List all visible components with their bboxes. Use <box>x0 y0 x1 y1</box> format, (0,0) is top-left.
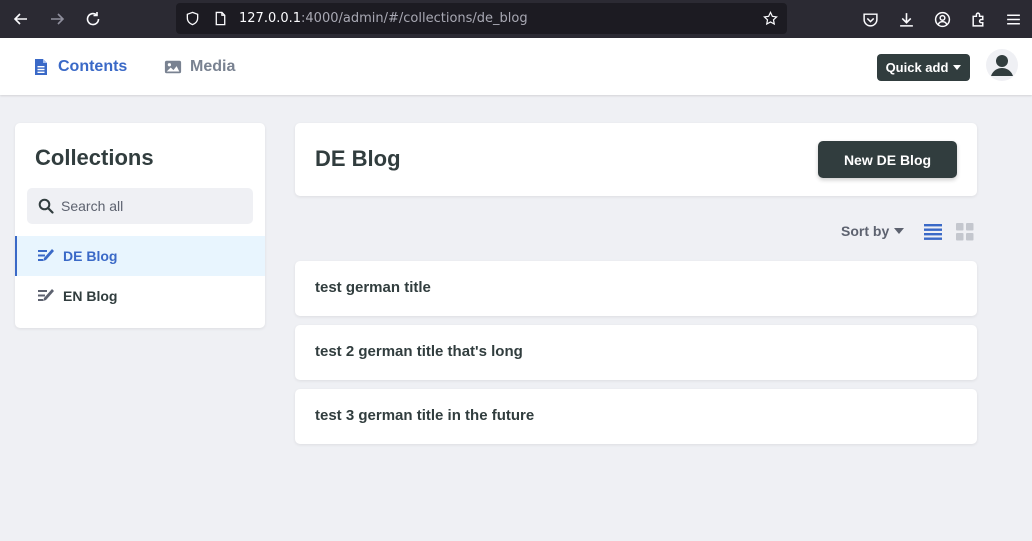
search-box <box>27 188 253 224</box>
sort-by-label: Sort by <box>841 223 890 239</box>
list-item[interactable]: test 2 german title that's long <box>295 325 977 380</box>
chevron-down-icon <box>894 228 905 234</box>
document-icon <box>32 58 50 76</box>
entry-title: test 2 german title that's long <box>315 343 523 360</box>
entry-title: test 3 german title in the future <box>315 407 535 424</box>
back-icon[interactable] <box>9 7 33 31</box>
sidebar-item-de-blog[interactable]: DE Blog <box>15 236 265 276</box>
extensions-icon[interactable] <box>968 9 988 29</box>
app-header: Contents Media Quick add <box>0 38 1032 95</box>
tab-contents[interactable]: Contents <box>32 57 127 77</box>
grid-view-icon[interactable] <box>955 222 975 242</box>
search-icon <box>38 198 54 214</box>
sidebar-title: Collections <box>35 145 154 170</box>
new-entry-button[interactable]: New DE Blog <box>818 141 957 178</box>
browser-toolbar: 127.0.0.1:4000/admin/#/collections/de_bl… <box>0 0 1032 38</box>
list-view-icon[interactable] <box>923 222 943 242</box>
download-icon[interactable] <box>896 9 916 29</box>
page-title: DE Blog <box>315 146 401 171</box>
bookmark-star-icon[interactable] <box>762 10 779 27</box>
quick-add-label: Quick add <box>885 60 949 75</box>
image-icon <box>164 58 182 76</box>
list-item[interactable]: test german title <box>295 261 977 316</box>
search-input[interactable] <box>61 188 247 224</box>
sidebar-item-en-blog[interactable]: EN Blog <box>15 276 265 316</box>
collections-sidebar: Collections DE Blog EN Blog <box>15 123 265 328</box>
tab-contents-label: Contents <box>58 58 128 75</box>
collection-header: DE Blog New DE Blog <box>295 123 977 196</box>
sidebar-item-label: EN Blog <box>63 288 118 304</box>
tab-media[interactable]: Media <box>164 57 235 77</box>
edit-list-icon <box>37 247 55 265</box>
edit-list-icon <box>37 287 55 305</box>
account-icon[interactable] <box>932 9 952 29</box>
page-icon[interactable] <box>212 10 229 27</box>
list-item[interactable]: test 3 german title in the future <box>295 389 977 444</box>
entry-title: test german title <box>315 279 431 296</box>
reload-icon[interactable] <box>81 7 105 31</box>
chevron-down-icon <box>953 65 962 70</box>
avatar[interactable] <box>986 49 1018 81</box>
sidebar-item-label: DE Blog <box>63 248 118 264</box>
tab-media-label: Media <box>190 58 236 75</box>
pocket-icon[interactable] <box>860 9 880 29</box>
sort-by-dropdown[interactable]: Sort by <box>841 222 905 240</box>
url-text[interactable]: 127.0.0.1:4000/admin/#/collections/de_bl… <box>239 11 528 26</box>
shield-icon[interactable] <box>184 10 201 27</box>
user-icon <box>991 55 1013 76</box>
forward-icon[interactable] <box>45 7 69 31</box>
menu-icon[interactable] <box>1003 9 1023 29</box>
url-bar[interactable]: 127.0.0.1:4000/admin/#/collections/de_bl… <box>176 3 787 34</box>
quick-add-button[interactable]: Quick add <box>877 54 970 81</box>
